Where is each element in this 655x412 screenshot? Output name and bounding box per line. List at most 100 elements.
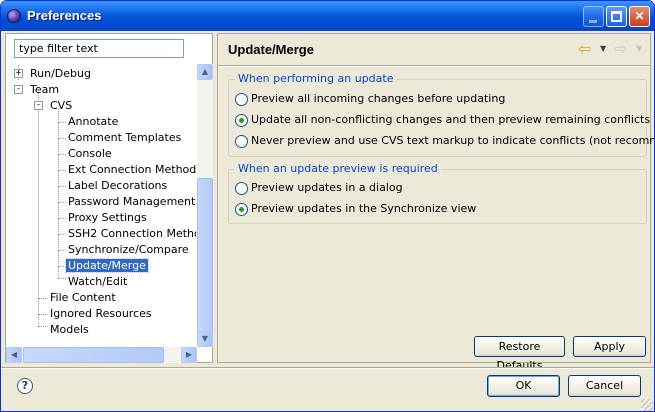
close-icon: ✕: [634, 9, 645, 23]
tree-line: [58, 250, 66, 251]
radio-label: Update all non-conflicting changes and t…: [251, 113, 651, 126]
tree-item-label: Proxy Settings: [68, 211, 147, 224]
tree-line: [58, 138, 66, 139]
tree-item-label: Team: [30, 83, 60, 96]
maximize-button[interactable]: [606, 6, 627, 27]
tree-line: [38, 298, 48, 299]
tree-item-watch-edit[interactable]: Watch/Edit: [66, 274, 129, 290]
tree-item-file-content[interactable]: File Content: [48, 290, 118, 306]
tree-item-ext-connection-method[interactable]: Ext Connection Method: [66, 162, 196, 178]
tree-item-label: Annotate: [68, 115, 119, 128]
tree-item-label: Label Decorations: [68, 179, 168, 192]
tree-item-synchronize-compare[interactable]: Synchronize/Compare: [66, 242, 191, 258]
tree-item-update-merge[interactable]: Update/Merge: [65, 258, 149, 274]
radio-button[interactable]: [235, 181, 248, 195]
tree-item-label: Ignored Resources: [50, 307, 152, 320]
expand-icon[interactable]: +: [14, 69, 23, 78]
tree-item-proxy-settings[interactable]: Proxy Settings: [66, 210, 149, 226]
tree-vertical-scrollbar[interactable]: ▲ ▼: [197, 64, 213, 347]
radio-button[interactable]: [235, 92, 248, 106]
tree-item-annotate[interactable]: Annotate: [66, 114, 120, 130]
group-title: When performing an update: [235, 72, 397, 85]
tree-line: [58, 108, 59, 278]
tree-item-models[interactable]: Models: [48, 322, 91, 338]
scroll-down-icon[interactable]: ▼: [197, 331, 213, 347]
radio-label: Preview all incoming changes before upda…: [251, 92, 506, 105]
minimize-button[interactable]: [583, 6, 604, 27]
tree-item-run-debug[interactable]: + Run/Debug: [14, 66, 93, 82]
scroll-thumb[interactable]: [23, 347, 164, 363]
radio-label: Preview updates in a dialog: [251, 181, 403, 194]
collapse-icon[interactable]: -: [34, 101, 43, 110]
restore-defaults-button[interactable]: Restore Defaults: [474, 336, 565, 372]
radio-button[interactable]: [235, 134, 248, 148]
back-menu-icon[interactable]: ▼: [600, 44, 606, 53]
help-icon[interactable]: ?: [17, 378, 33, 394]
apply-button[interactable]: Apply: [573, 336, 646, 357]
eclipse-icon: [7, 9, 21, 23]
minimize-icon: [589, 20, 597, 23]
tree-line: [58, 202, 66, 203]
tree-line: [58, 186, 66, 187]
radio-button[interactable]: [235, 202, 248, 216]
radio-label: Preview updates in the Synchronize view: [251, 202, 477, 215]
scroll-right-icon[interactable]: ▶: [181, 347, 197, 363]
preference-page: Update/Merge ⇦ ▼ ⇨ ▼ When performing an …: [217, 33, 654, 372]
preview-options-group: When an update preview is required Previ…: [228, 162, 647, 224]
title-separator: [218, 65, 650, 67]
collapse-icon[interactable]: -: [14, 85, 23, 94]
tree-line: [58, 234, 66, 235]
tree-item-label: SSH2 Connection Method: [68, 227, 196, 240]
tree-item-ssh2-connection-method[interactable]: SSH2 Connection Method: [66, 226, 196, 242]
window-title: Preferences: [27, 8, 102, 23]
filter-input[interactable]: [14, 39, 184, 58]
tree-line: [38, 314, 48, 315]
scroll-thumb[interactable]: [197, 178, 213, 338]
tree-item-team[interactable]: - Team: [14, 82, 61, 98]
title-bar[interactable]: Preferences ✕: [1, 1, 654, 31]
tree-line: [38, 326, 48, 327]
tree-line: [58, 170, 66, 171]
tree-item-password-management[interactable]: Password Management: [66, 194, 196, 210]
radio-update-non-conflicting[interactable]: Update all non-conflicting changes and t…: [235, 111, 650, 129]
footer-separator: [1, 367, 654, 369]
tree-item-label-decorations[interactable]: Label Decorations: [66, 178, 169, 194]
tree-line: [38, 92, 39, 326]
tree-item-label: File Content: [50, 291, 116, 304]
tree-item-ignored-resources[interactable]: Ignored Resources: [48, 306, 154, 322]
tree-item-label: Password Management: [68, 195, 196, 208]
tree-item-comment-templates[interactable]: Comment Templates: [66, 130, 183, 146]
page-title: Update/Merge: [228, 42, 314, 57]
preferences-window: Preferences ✕ +: [0, 0, 655, 412]
tree-line: [58, 218, 66, 219]
preferences-tree: + Run/Debug - Team - CVS Annotate Commen…: [6, 64, 196, 347]
radio-preview-synchronize[interactable]: Preview updates in the Synchronize view: [235, 200, 476, 218]
radio-preview-dialog[interactable]: Preview updates in a dialog: [235, 179, 403, 197]
tree-item-label: Comment Templates: [68, 131, 182, 144]
tree-item-console[interactable]: Console: [66, 146, 114, 162]
resize-grip[interactable]: [641, 399, 653, 411]
update-options-group: When performing an update Preview all in…: [228, 72, 654, 157]
back-arrow-icon[interactable]: ⇦: [578, 40, 591, 58]
tree-line: [58, 122, 66, 123]
radio-button[interactable]: [235, 113, 248, 127]
maximize-icon: [611, 11, 622, 22]
forward-arrow-icon[interactable]: ⇨: [614, 40, 627, 58]
tree-item-cvs[interactable]: - CVS: [34, 98, 74, 114]
group-title: When an update preview is required: [235, 162, 441, 175]
cancel-button[interactable]: Cancel: [568, 375, 641, 397]
tree-item-label: Console: [68, 147, 112, 160]
scroll-left-icon[interactable]: ◀: [6, 347, 22, 363]
close-button[interactable]: ✕: [629, 6, 650, 27]
tree-item-label: Models: [50, 323, 89, 336]
tree-line: [58, 154, 66, 155]
tree-item-label: Update/Merge: [65, 258, 149, 273]
tree-item-label: CVS: [50, 99, 73, 112]
radio-preview-all[interactable]: Preview all incoming changes before upda…: [235, 90, 505, 108]
scroll-up-icon[interactable]: ▲: [197, 64, 213, 80]
ok-button[interactable]: OK: [487, 375, 560, 397]
preferences-tree-pane: + Run/Debug - Team - CVS Annotate Commen…: [5, 33, 213, 363]
tree-horizontal-scrollbar[interactable]: ◀ ▶: [6, 347, 197, 363]
radio-never-preview[interactable]: Never preview and use CVS text markup to…: [235, 132, 654, 150]
forward-menu-icon[interactable]: ▼: [636, 44, 642, 53]
